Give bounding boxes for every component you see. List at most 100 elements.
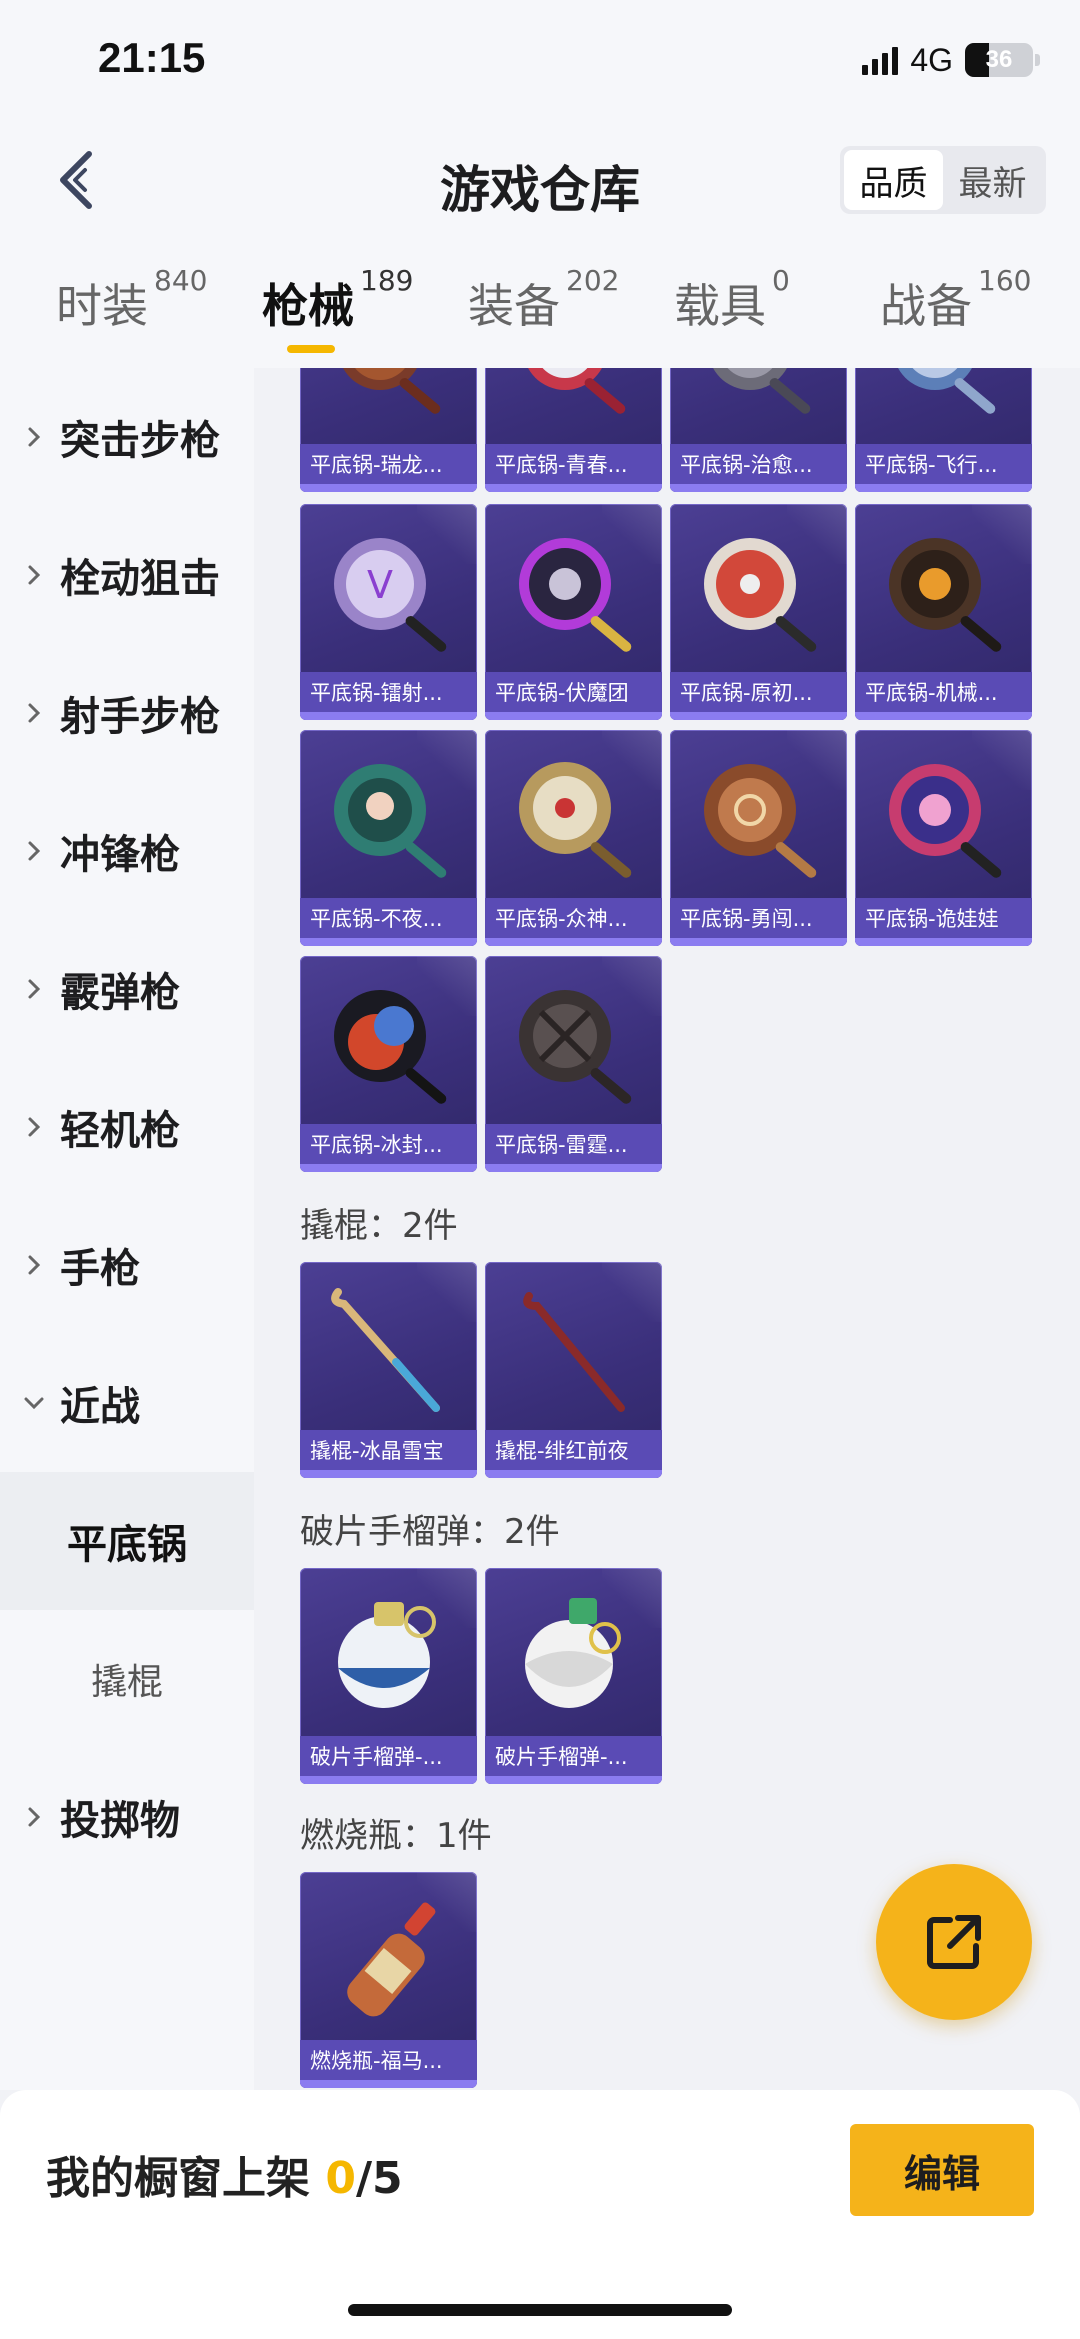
rarity-bar (485, 938, 662, 946)
tab-firearms[interactable]: 枪械 189 (262, 264, 413, 360)
grenade-icon (338, 1602, 436, 1708)
item-card[interactable]: 平底锅-冰封... (300, 956, 477, 1172)
sidebar-item-shotgun[interactable]: 霰弹枪 (0, 920, 254, 1058)
frying-pan-icon (528, 368, 626, 414)
item-card[interactable]: 平底锅-治愈... (670, 368, 847, 492)
sort-by-quality-button[interactable]: 品质 (844, 150, 943, 210)
tab-label: 战备 (880, 279, 972, 333)
rarity-bar (300, 2080, 477, 2088)
tab-vehicles[interactable]: 载具 0 (674, 264, 790, 360)
home-indicator (348, 2304, 732, 2316)
item-card[interactable]: 平底锅-瑞龙... (300, 368, 477, 492)
sidebar-item-label: 冲锋枪 (60, 832, 180, 878)
item-name: 破片手榴弹-... (485, 1736, 662, 1776)
chevron-right-icon (0, 839, 60, 863)
sidebar-subitem-pan[interactable]: 平底锅 (0, 1472, 254, 1610)
chevron-right-icon (0, 1805, 60, 1829)
tab-count: 0 (772, 264, 790, 297)
item-card[interactable]: 平底锅-不夜... (300, 730, 477, 946)
header: 游戏仓库 品质 最新 (0, 120, 1080, 240)
chevron-right-icon (0, 425, 60, 449)
showcase-count: 我的橱窗上架 0/5 (46, 2142, 403, 2206)
rarity-bar (855, 712, 1032, 720)
sidebar-item-lmg[interactable]: 轻机枪 (0, 1058, 254, 1196)
rarity-bar (485, 712, 662, 720)
edit-button[interactable]: 编辑 (850, 2124, 1034, 2216)
sort-by-newest-button[interactable]: 最新 (943, 150, 1042, 210)
item-name: 撬棍-冰晶雪宝 (300, 1430, 477, 1470)
showcase-total: /5 (355, 2153, 403, 2204)
showcase-current: 0 (325, 2153, 356, 2204)
rarity-bar (670, 484, 847, 492)
frying-pan-icon (334, 764, 447, 878)
rarity-bar (485, 1776, 662, 1784)
item-card[interactable]: 燃烧瓶-福马... (300, 1872, 477, 2088)
tab-count: 840 (154, 264, 208, 297)
tab-count: 202 (566, 264, 620, 297)
frying-pan-icon (898, 368, 996, 414)
tab-label: 时装 (56, 279, 148, 333)
item-card[interactable]: 平底锅-机械... (855, 504, 1032, 720)
rarity-bar (300, 938, 477, 946)
tab-equipment[interactable]: 装备 202 (468, 264, 619, 360)
rarity-bar (300, 1776, 477, 1784)
sidebar-item-label: 栓动狙击 (60, 556, 220, 602)
sidebar-item-label: 射手步枪 (60, 694, 220, 740)
sidebar-subitem-crowbar[interactable]: 撬棍 (0, 1610, 254, 1748)
item-card[interactable]: 平底锅-众神... (485, 730, 662, 946)
item-name: 平底锅-伏魔团 (485, 672, 662, 712)
item-card[interactable]: 平底锅-雷霆... (485, 956, 662, 1172)
item-name: 平底锅-镭射... (300, 672, 477, 712)
tab-supplies[interactable]: 战备 160 (880, 264, 1031, 360)
item-card[interactable]: 平底锅-飞行... (855, 368, 1032, 492)
rarity-bar (855, 938, 1032, 946)
item-name: 平底锅-机械... (855, 672, 1032, 712)
item-card[interactable]: 平底锅-勇闯... (670, 730, 847, 946)
sidebar-item-throwables[interactable]: 投掷物 (0, 1748, 254, 1886)
share-button[interactable] (876, 1864, 1032, 2020)
frying-pan-icon (889, 538, 1002, 652)
item-card[interactable]: 撬棍-冰晶雪宝 (300, 1262, 477, 1478)
item-card[interactable]: 平底锅-青春... (485, 368, 662, 492)
battery-icon: 36 (965, 43, 1033, 77)
item-name: 平底锅-不夜... (300, 898, 477, 938)
frying-pan-icon (889, 764, 1002, 878)
item-name: 平底锅-瑞龙... (300, 444, 477, 484)
rarity-bar (300, 1164, 477, 1172)
rarity-bar (300, 712, 477, 720)
frying-pan-icon (519, 990, 632, 1104)
sidebar-item-marksman-rifle[interactable]: 射手步枪 (0, 644, 254, 782)
chevron-right-icon (0, 1253, 60, 1277)
crowbar-icon (331, 1288, 440, 1412)
item-name: 平底锅-勇闯... (670, 898, 847, 938)
item-name: 破片手榴弹-... (300, 1736, 477, 1776)
item-name: 平底锅-诡娃娃 (855, 898, 1032, 938)
item-card[interactable]: V 平底锅-镭射... (300, 504, 477, 720)
sidebar-item-melee[interactable]: 近战 (0, 1334, 254, 1472)
item-card[interactable]: 撬棍-绯红前夜 (485, 1262, 662, 1478)
active-tab-indicator (287, 345, 335, 353)
sidebar-item-pistol[interactable]: 手枪 (0, 1196, 254, 1334)
tab-label: 枪械 (262, 279, 354, 333)
sidebar-item-smg[interactable]: 冲锋枪 (0, 782, 254, 920)
item-card[interactable]: 平底锅-原初... (670, 504, 847, 720)
sidebar-item-bolt-sniper[interactable]: 栓动狙击 (0, 506, 254, 644)
svg-text:V: V (367, 563, 393, 607)
tab-fashion[interactable]: 时装 840 (56, 264, 207, 360)
battery-tip (1035, 54, 1040, 66)
item-card[interactable]: 平底锅-伏魔团 (485, 504, 662, 720)
item-card[interactable]: 破片手榴弹-... (300, 1568, 477, 1784)
item-grid: 平底锅-瑞龙... 平底锅-青春... 平底锅-治愈... 平底锅-飞行... … (254, 368, 1080, 2090)
status-time: 21:15 (98, 34, 206, 81)
rarity-bar (855, 484, 1032, 492)
item-name: 平底锅-青春... (485, 444, 662, 484)
sidebar-item-assault-rifle[interactable]: 突击步枪 (0, 368, 254, 506)
molotov-icon (347, 1902, 436, 2017)
category-tabs: 时装 840 枪械 189 装备 202 载具 0 战备 160 (0, 240, 1080, 368)
chevron-right-icon (0, 977, 60, 1001)
item-card[interactable]: 平底锅-诡娃娃 (855, 730, 1032, 946)
chevron-down-icon (0, 1395, 60, 1411)
rarity-bar (670, 712, 847, 720)
frying-pan-icon (519, 538, 632, 652)
item-card[interactable]: 破片手榴弹-... (485, 1568, 662, 1784)
